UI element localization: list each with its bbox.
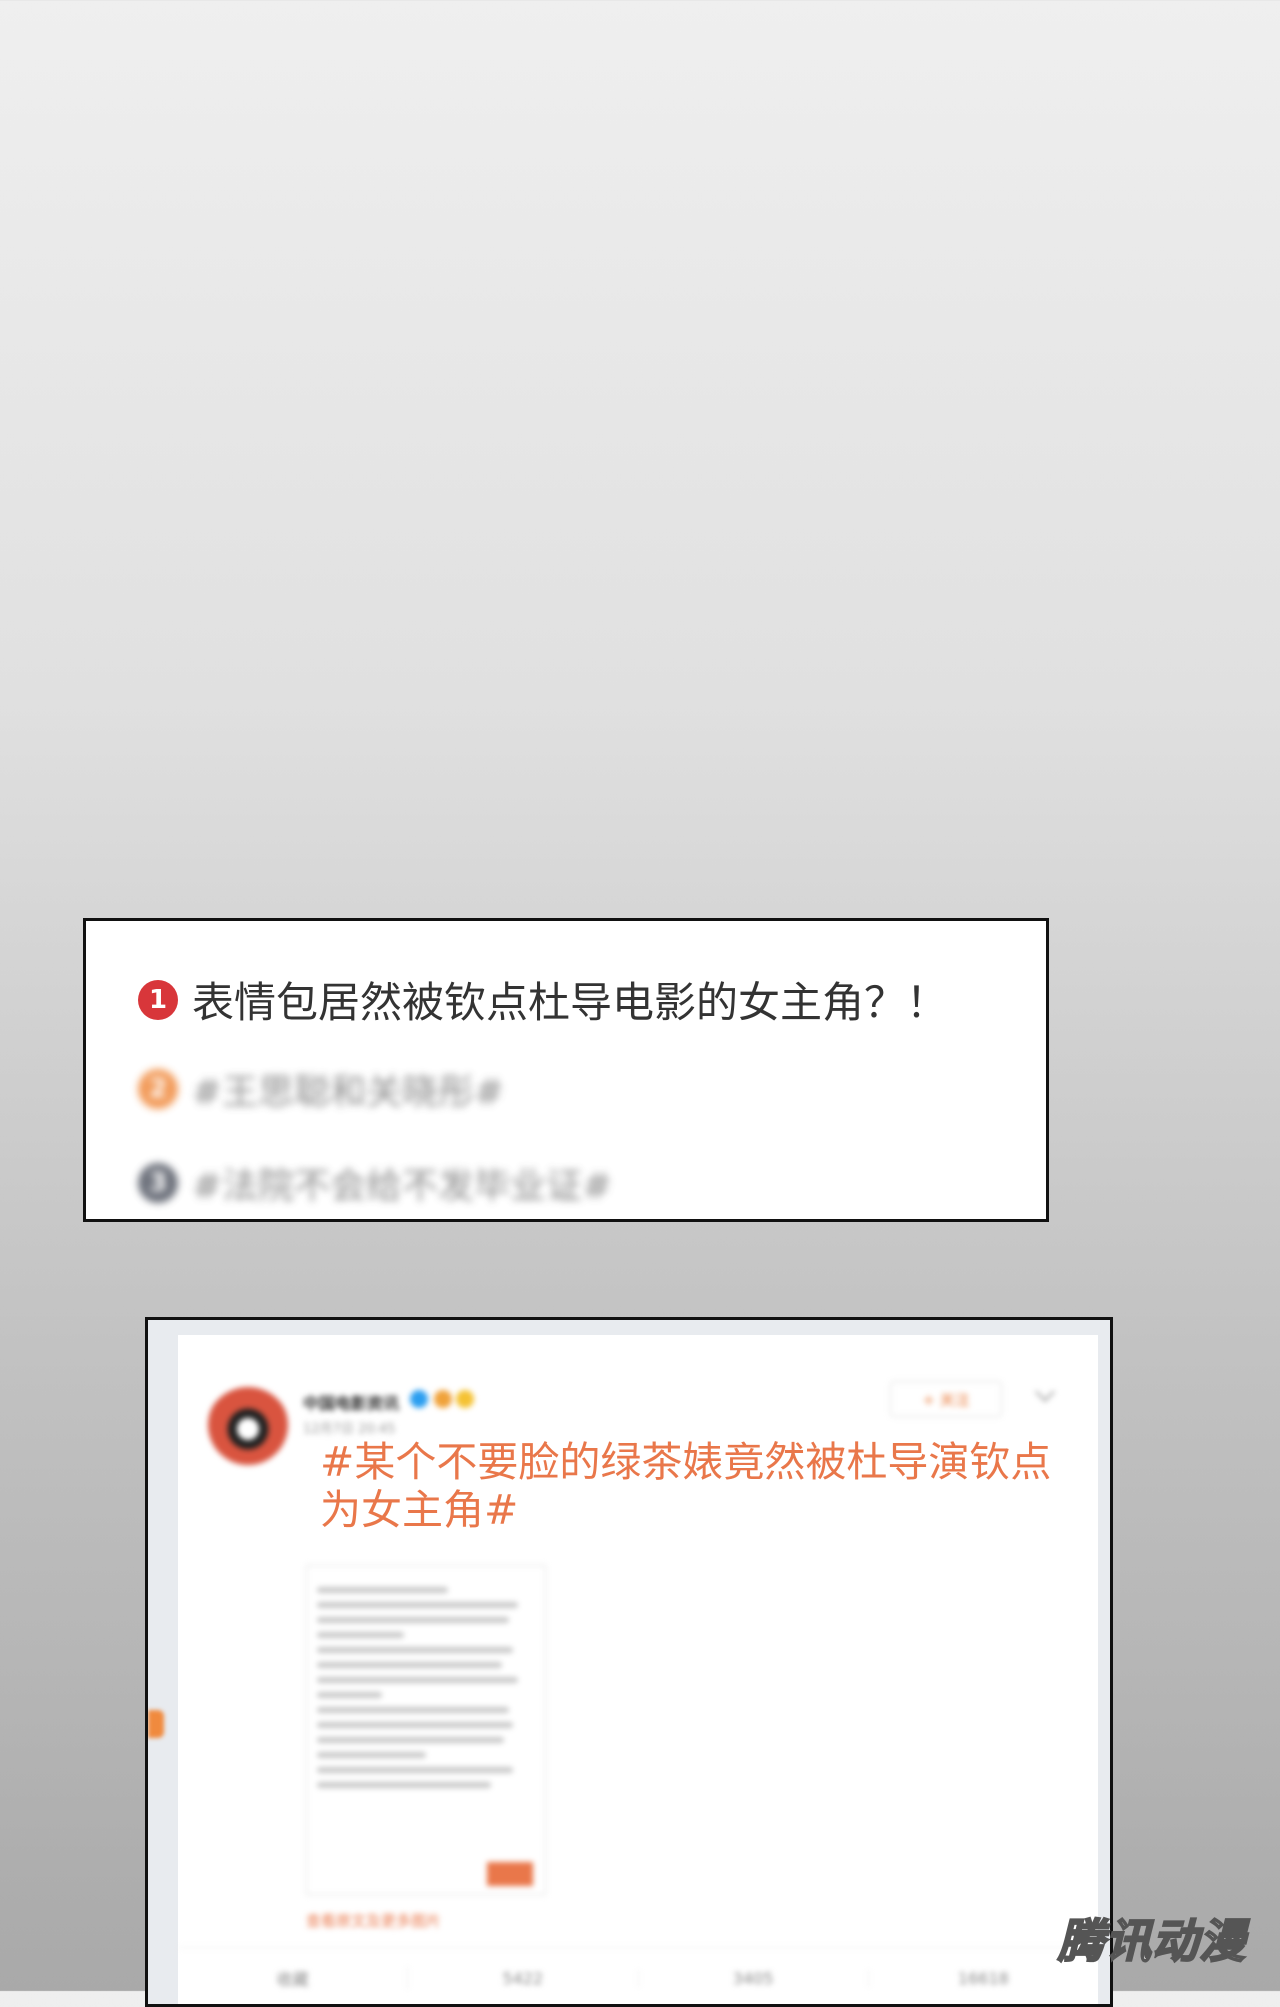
comment-button[interactable]: 3405: [639, 1968, 869, 1988]
original-link[interactable]: 查看原文及更多图片: [306, 1910, 441, 1931]
trending-item-title: #王思聪和关晓彤#: [192, 1072, 505, 1113]
post-action-bar: 收藏 5422 3405 16618: [178, 1947, 1098, 2004]
trending-item-1[interactable]: 1 表情包居然被钦点杜导电影的女主角？！: [138, 969, 948, 1030]
post-headline: #某个不要脸的绿茶婊竟然被杜导演钦点为女主角#: [320, 1438, 1052, 1534]
medal-icon: [434, 1390, 452, 1408]
stamp-icon: [487, 1862, 533, 1886]
post-time: 12月7日 20:45: [303, 1422, 396, 1437]
watermark-logo: 腾讯动漫: [1057, 1913, 1246, 1969]
repost-button[interactable]: 5422: [408, 1968, 639, 1988]
trending-item-2[interactable]: 2 #王思聪和关晓彤#: [138, 1063, 504, 1115]
rank-2-badge: 2: [138, 1069, 178, 1109]
user-name[interactable]: 中国电影资讯: [303, 1390, 399, 1414]
attached-document-image[interactable]: [306, 1565, 546, 1895]
favorite-button[interactable]: 收藏: [178, 1966, 409, 1990]
trending-panel: 1 表情包居然被钦点杜导电影的女主角？！ 2 #王思聪和关晓彤# 3 #法院不会…: [83, 918, 1049, 1222]
trending-item-3[interactable]: 3 #法院不会给不发毕业证#: [138, 1157, 612, 1209]
weibo-post-card: 中国电影资讯 12月7日 20:45 + 关注 查看原文及更多图片 收藏 542…: [178, 1335, 1098, 2004]
rank-1-badge: 1: [138, 979, 178, 1020]
chevron-down-icon[interactable]: [1035, 1382, 1055, 1402]
post-screenshot-panel: 中国电影资讯 12月7日 20:45 + 关注 查看原文及更多图片 收藏 542…: [145, 1317, 1113, 2007]
verified-icon: [410, 1390, 428, 1408]
rank-3-badge: 3: [138, 1163, 178, 1203]
member-icon: [456, 1390, 474, 1408]
follow-button[interactable]: + 关注: [890, 1381, 1002, 1417]
side-marker: [148, 1710, 164, 1738]
trending-item-title: 表情包居然被钦点杜导电影的女主角？！: [192, 978, 949, 1027]
avatar[interactable]: [208, 1385, 288, 1465]
like-button[interactable]: 16618: [869, 1969, 1098, 1988]
trending-item-title: #法院不会给不发毕业证#: [192, 1166, 613, 1207]
